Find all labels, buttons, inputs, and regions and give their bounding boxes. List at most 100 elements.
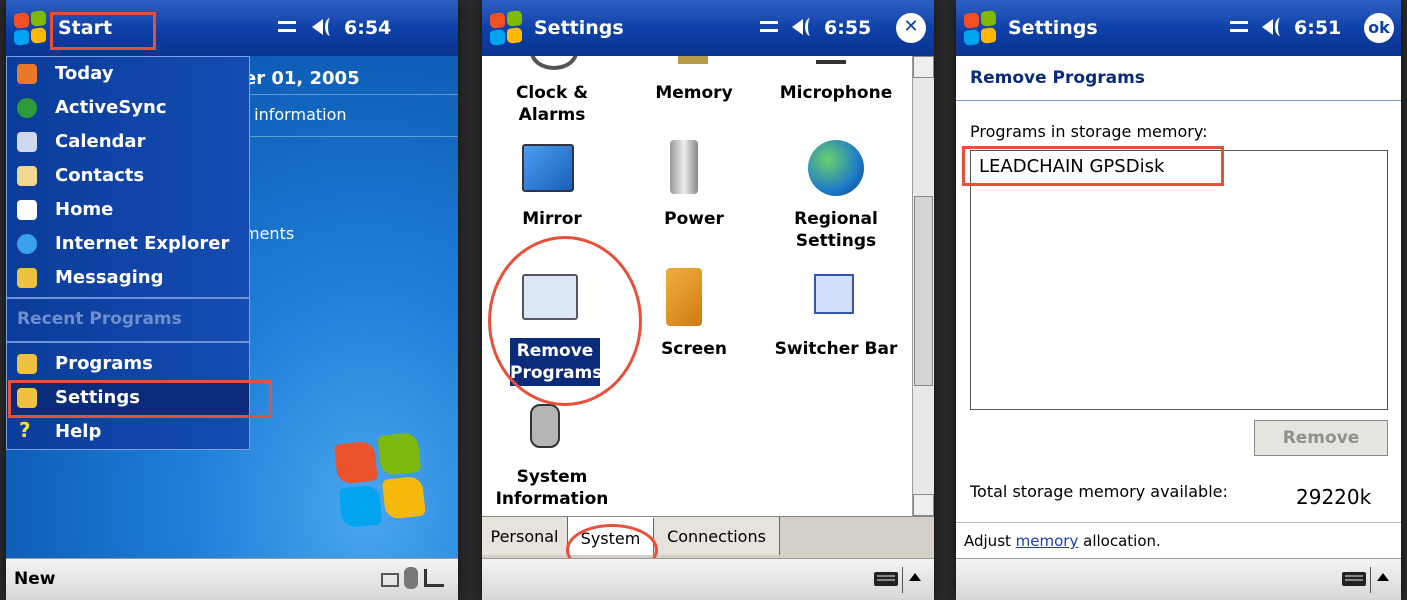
start-menu-screen: er 01, 2005 · information ments Start 6:… [6,0,458,600]
menu-item-activesync[interactable]: ActiveSync [7,91,249,125]
settings-icon-grid: Clock & Alarms Memory Microphone Mirror … [482,56,904,516]
network-icon[interactable] [381,573,399,587]
settings-item-clock-alarms[interactable]: Clock & Alarms [482,82,622,126]
menu-item-programs[interactable]: Programs [7,347,249,381]
remove-programs-icon [522,274,578,320]
settings-system-screen: Settings 6:55 ✕ Clock & Alarms Memory Mi… [482,0,934,600]
windows-logo-icon [332,431,431,531]
connectivity-icon[interactable] [276,15,300,39]
bluetooth-icon[interactable] [404,567,418,589]
memory-link[interactable]: memory [1016,532,1079,550]
menu-bar: New [6,558,458,600]
list-item[interactable]: LEADCHAIN GPSDisk [979,156,1164,177]
calendar-icon [17,132,37,152]
settings-item-power[interactable]: Power [624,208,764,230]
new-button[interactable]: New [14,569,55,589]
today-icon [17,64,37,84]
title-bar: Settings 6:55 ✕ [482,0,934,56]
keyboard-icon[interactable] [1342,572,1366,586]
settings-folder-icon [17,388,37,408]
today-owner-info[interactable]: · information [244,105,347,124]
menu-bar [956,558,1401,600]
start-flag-icon[interactable] [962,9,998,47]
adjust-memory-text: Adjust memory allocation. [964,532,1161,550]
total-storage-label: Total storage memory available: [970,482,1228,501]
clock-icon [530,56,578,70]
settings-item-microphone[interactable]: Microphone [766,82,904,104]
volume-icon[interactable] [790,15,816,39]
close-icon[interactable]: ✕ [896,13,926,43]
clock-time[interactable]: 6:51 [1294,17,1341,39]
settings-item-screen[interactable]: Screen [624,338,764,360]
input-panel-arrow-icon[interactable] [1377,573,1389,581]
settings-item-switcher-bar[interactable]: Switcher Bar [766,338,904,360]
ok-button[interactable]: ok [1364,13,1394,43]
globe-icon [808,140,864,196]
settings-item-memory[interactable]: Memory [624,82,764,104]
menu-bar [482,558,934,600]
volume-icon[interactable] [310,15,336,39]
mirror-icon [522,144,574,192]
menu-item-calendar[interactable]: Calendar [7,125,249,159]
menu-item-contacts[interactable]: Contacts [7,159,249,193]
programs-list[interactable]: LEADCHAIN GPSDisk [970,150,1388,410]
activesync-icon [17,98,37,118]
start-flag-icon[interactable] [12,9,48,47]
programs-folder-icon [17,354,37,374]
menu-item-internet-explorer[interactable]: Internet Explorer [7,227,249,261]
today-appointments[interactable]: ments [244,224,294,243]
home-icon [17,200,37,220]
contacts-icon [17,166,37,186]
tab-system[interactable]: System [568,517,654,555]
help-icon: ? [19,418,31,442]
volume-icon[interactable] [1260,15,1286,39]
start-button[interactable]: Start [58,17,112,39]
section-title: Remove Programs [970,68,1145,88]
recent-programs-label: Recent Programs [17,309,182,329]
menu-item-help[interactable]: ? Help [7,415,249,449]
messaging-icon [17,268,37,288]
clock-time[interactable]: 6:54 [344,17,391,39]
settings-item-remove-programs[interactable]: Remove Programs [510,338,602,386]
screenshot-collage: er 01, 2005 · information ments Start 6:… [0,0,1407,600]
settings-tabs: Personal System Connections [482,516,934,558]
window-title: Settings [1008,17,1098,39]
connectivity-icon[interactable] [1228,15,1252,39]
tab-personal[interactable]: Personal [482,517,568,555]
settings-item-regional-settings[interactable]: Regional Settings [766,208,904,252]
section-divider [956,100,1401,101]
menu-item-settings[interactable]: Settings [7,381,249,415]
scroll-down-button[interactable] [913,494,934,516]
remove-programs-screen: Settings 6:51 ok Remove Programs Program… [956,0,1401,600]
signal-icon[interactable] [424,569,444,587]
connectivity-icon[interactable] [758,15,782,39]
keyboard-icon[interactable] [874,572,898,586]
window-title: Settings [534,17,624,39]
switcher-bar-icon [814,274,854,314]
today-date: er 01, 2005 [244,68,360,89]
menu-separator [7,341,249,343]
start-menu: Today ActiveSync Calendar Contacts Home … [6,56,250,450]
tab-connections[interactable]: Connections [654,517,780,555]
menu-item-messaging[interactable]: Messaging [7,261,249,295]
title-bar: Settings 6:51 ok [956,0,1401,56]
internet-explorer-icon [17,234,37,254]
programs-list-label: Programs in storage memory: [970,122,1208,141]
start-flag-icon[interactable] [488,9,524,47]
remove-button[interactable]: Remove [1254,420,1388,456]
screen-icon [666,268,702,326]
microphone-icon [816,56,846,64]
clock-time[interactable]: 6:55 [824,17,871,39]
menu-item-home[interactable]: Home [7,193,249,227]
settings-item-system-information[interactable]: System Information [482,466,622,510]
scroll-thumb[interactable] [914,196,933,386]
settings-item-mirror[interactable]: Mirror [482,208,622,230]
menu-item-today[interactable]: Today [7,57,249,91]
menu-separator [7,297,249,299]
total-storage-value: 29220k [1296,485,1372,509]
power-icon [670,140,698,194]
input-panel-arrow-icon[interactable] [909,573,921,581]
scroll-up-button[interactable] [913,56,934,78]
vertical-scrollbar[interactable] [912,56,934,516]
system-info-icon [530,404,560,448]
